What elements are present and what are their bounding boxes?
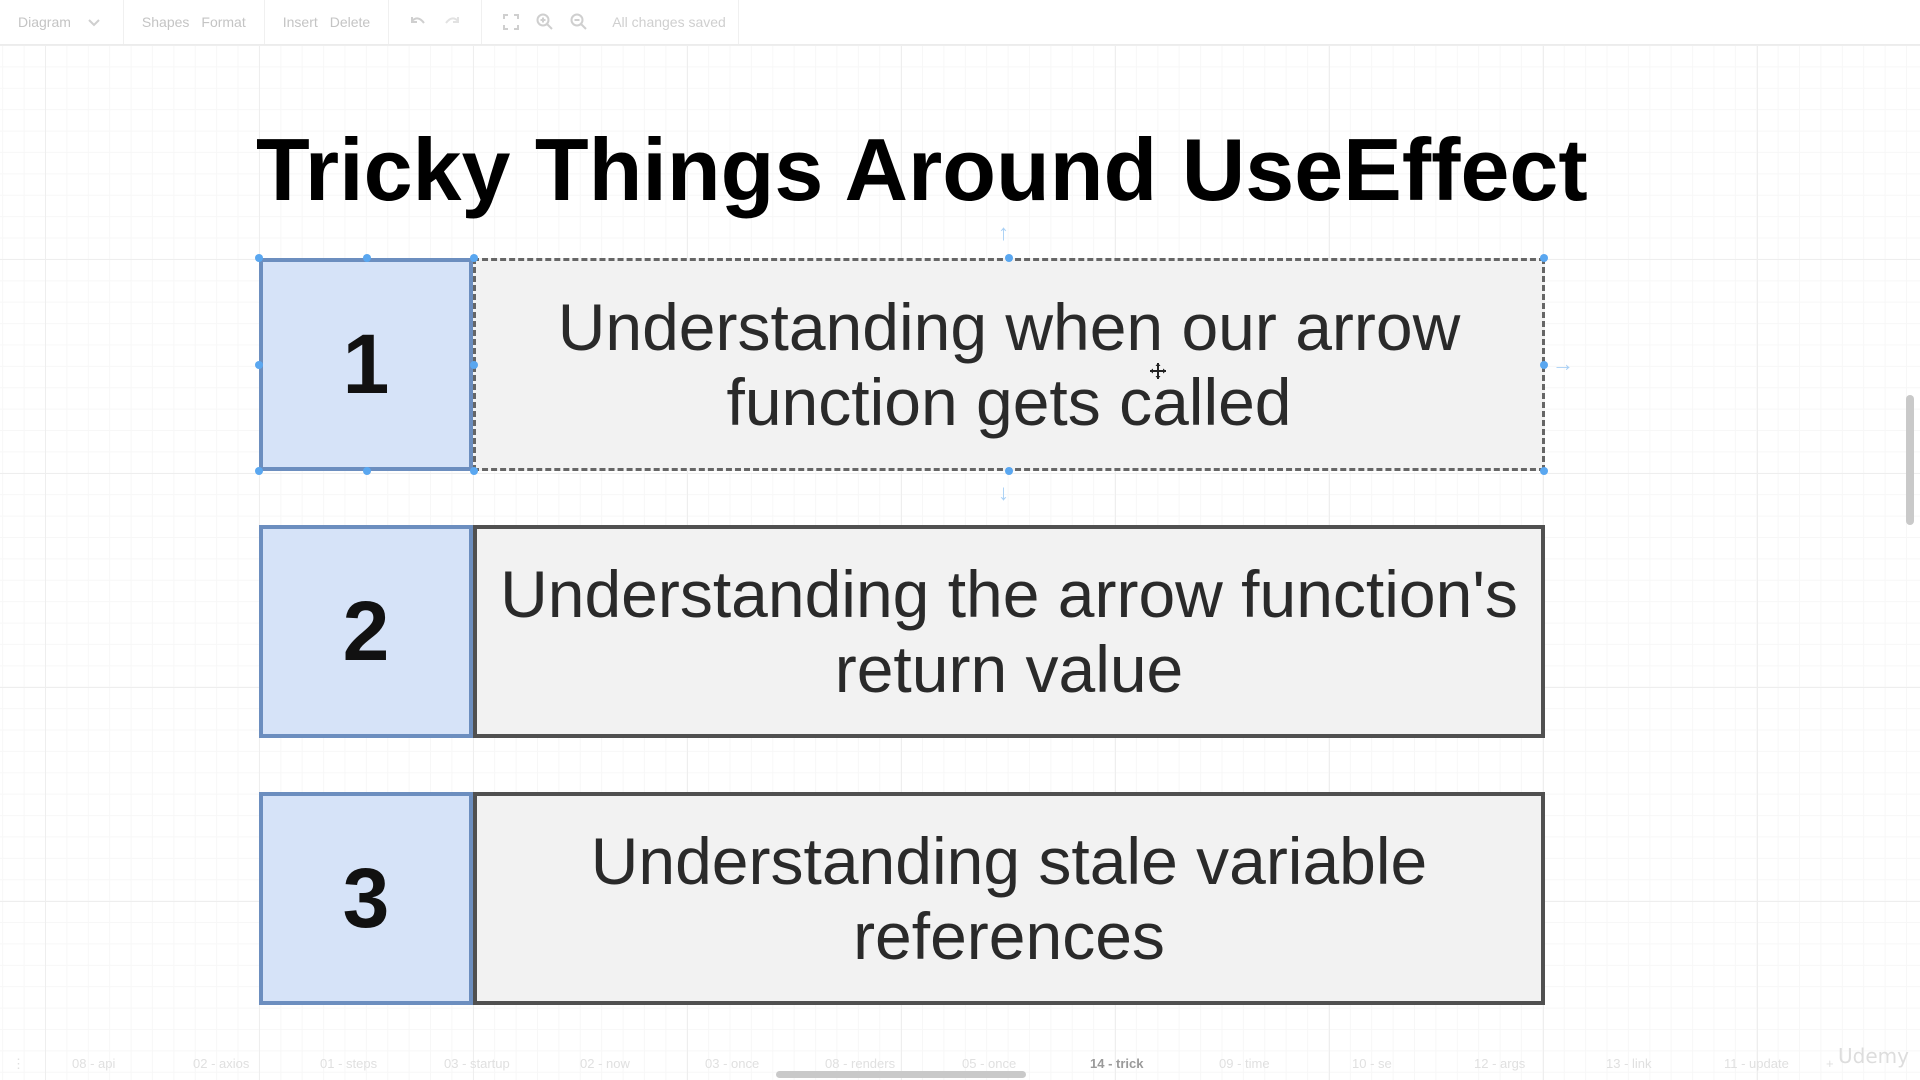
page-tab-active[interactable]: 14 - trick bbox=[1090, 1056, 1143, 1071]
zoom-out-icon[interactable] bbox=[568, 11, 590, 33]
page-tab[interactable]: 09 - time bbox=[1219, 1056, 1270, 1071]
selection-handle[interactable] bbox=[255, 467, 263, 475]
fullscreen-icon[interactable] bbox=[500, 11, 522, 33]
diagram-menu[interactable]: Diagram bbox=[18, 14, 71, 30]
item-number-box[interactable]: 1 bbox=[259, 258, 473, 471]
arrow-down-icon[interactable]: ↓ bbox=[998, 482, 1009, 504]
item-text-box[interactable]: Understanding when our arrow function ge… bbox=[473, 258, 1545, 471]
arrow-up-icon[interactable]: ↑ bbox=[998, 222, 1009, 244]
selection-handle[interactable] bbox=[255, 254, 263, 262]
selection-handle[interactable] bbox=[1005, 254, 1013, 262]
insert-button[interactable]: Insert bbox=[283, 14, 318, 30]
page-tab[interactable]: 01 - steps bbox=[320, 1056, 377, 1071]
list-item-2[interactable]: 2 Understanding the arrow function's ret… bbox=[259, 525, 1545, 738]
toolbar: Diagram Shapes Format Insert Delete All … bbox=[0, 0, 1920, 45]
diagram-menu-group: Diagram bbox=[0, 0, 124, 44]
selection-handle[interactable] bbox=[470, 467, 478, 475]
page-tabs: ⋮ 08 - api 02 - axios 01 - steps 03 - st… bbox=[0, 1044, 1920, 1080]
selection-handle[interactable] bbox=[470, 254, 478, 262]
slide-title[interactable]: Tricky Things Around UseEffect bbox=[256, 120, 1588, 220]
undo-icon[interactable] bbox=[407, 11, 429, 33]
edit-group: Insert Delete bbox=[265, 0, 390, 44]
page-tab[interactable]: 03 - startup bbox=[444, 1056, 510, 1071]
page-tab[interactable]: 08 - renders bbox=[825, 1056, 895, 1071]
selection-handle[interactable] bbox=[1540, 254, 1548, 262]
item-text-box[interactable]: Understanding the arrow function's retur… bbox=[473, 525, 1545, 738]
page-tab[interactable]: 11 - update bbox=[1724, 1056, 1789, 1071]
selection-handle[interactable] bbox=[1540, 361, 1548, 369]
item-number-box[interactable]: 2 bbox=[259, 525, 473, 738]
delete-button[interactable]: Delete bbox=[330, 14, 370, 30]
selection-handle[interactable] bbox=[1005, 467, 1013, 475]
panels-group: Shapes Format bbox=[124, 0, 265, 44]
save-status: All changes saved bbox=[612, 14, 726, 30]
page-tab[interactable]: 08 - api bbox=[72, 1056, 115, 1071]
chevron-down-icon[interactable] bbox=[83, 11, 105, 33]
move-cursor-icon bbox=[1150, 363, 1166, 379]
vertical-scrollbar[interactable] bbox=[1906, 395, 1914, 525]
page-tab[interactable]: 12 - args bbox=[1474, 1056, 1525, 1071]
selection-handle[interactable] bbox=[363, 467, 371, 475]
page-tab[interactable]: 03 - once bbox=[705, 1056, 759, 1071]
shapes-button[interactable]: Shapes bbox=[142, 14, 189, 30]
page-tab[interactable]: 10 - se bbox=[1352, 1056, 1392, 1071]
zoom-in-icon[interactable] bbox=[534, 11, 556, 33]
list-item-1[interactable]: 1 Understanding when our arrow function … bbox=[259, 258, 1545, 471]
page-tab[interactable]: 05 - once bbox=[962, 1056, 1016, 1071]
history-group bbox=[389, 0, 483, 44]
page-tab[interactable]: 13 - link bbox=[1606, 1056, 1652, 1071]
view-group: All changes saved bbox=[482, 0, 739, 44]
selection-handle[interactable] bbox=[255, 361, 263, 369]
arrow-right-icon[interactable]: → bbox=[1552, 353, 1574, 375]
selection-handle[interactable] bbox=[1540, 467, 1548, 475]
udemy-logo: Udemy bbox=[1838, 1044, 1909, 1068]
selection-handle[interactable] bbox=[470, 361, 478, 369]
page-tab[interactable]: 02 - axios bbox=[193, 1056, 249, 1071]
format-button[interactable]: Format bbox=[201, 14, 245, 30]
item-number-box[interactable]: 3 bbox=[259, 792, 473, 1005]
page-tabs-menu-icon[interactable]: ⋮ bbox=[12, 1056, 25, 1072]
page-tab[interactable]: 02 - now bbox=[580, 1056, 630, 1071]
list-item-3[interactable]: 3 Understanding stale variable reference… bbox=[259, 792, 1545, 1005]
item-text-box[interactable]: Understanding stale variable references bbox=[473, 792, 1545, 1005]
selection-handle[interactable] bbox=[363, 254, 371, 262]
add-page-icon[interactable]: + bbox=[1826, 1056, 1834, 1071]
redo-icon[interactable] bbox=[441, 11, 463, 33]
